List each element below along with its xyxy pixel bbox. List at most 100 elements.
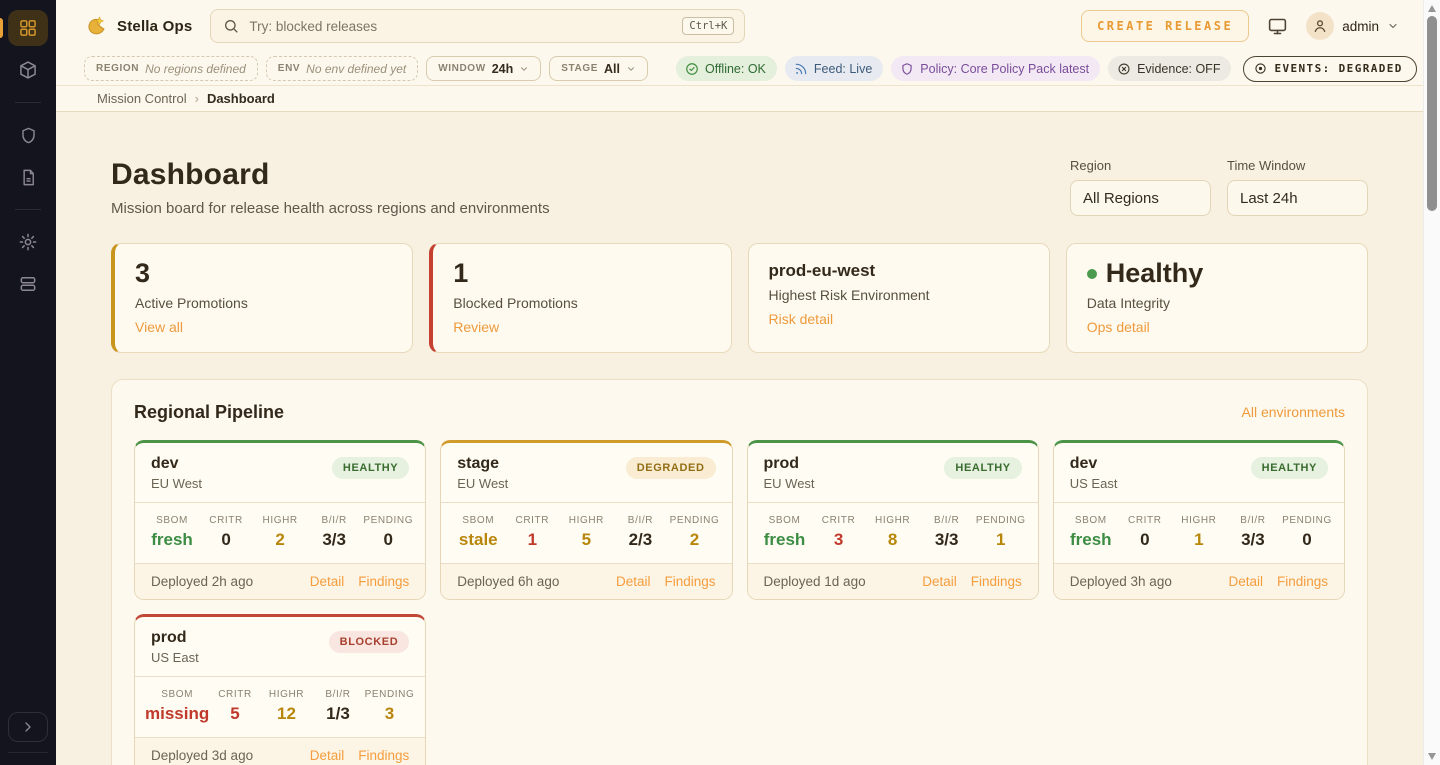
scroll-up-arrow[interactable] — [1428, 5, 1436, 12]
metric-bir: B/I/R 3/3 — [1226, 515, 1280, 550]
window-context-chip[interactable]: WINDOW 24h — [426, 56, 541, 81]
metric-label: PENDING — [364, 689, 416, 700]
metric-value: 2 — [253, 530, 307, 550]
detail-link[interactable]: Detail — [310, 574, 345, 589]
env-context-chip[interactable]: ENV No env defined yet — [266, 56, 418, 81]
monitor-icon — [1267, 16, 1288, 37]
metric-label: B/I/R — [920, 515, 974, 526]
findings-link[interactable]: Findings — [358, 574, 409, 589]
search-input[interactable] — [249, 19, 672, 34]
all-environments-link[interactable]: All environments — [1242, 404, 1346, 420]
pipeline-card-prod-eu-west: prod EU West HEALTHY SBOM fresh CRITR 3 — [747, 440, 1039, 600]
active-promotions-count: 3 — [135, 259, 392, 289]
stage-context-chip[interactable]: STAGE All — [549, 56, 648, 81]
scroll-down-arrow[interactable] — [1428, 753, 1436, 760]
region-chip-value: No regions defined — [145, 62, 246, 76]
brand[interactable]: Stella Ops — [84, 14, 192, 38]
page-title: Dashboard — [111, 158, 550, 192]
highest-risk-environment-name: prod-eu-west — [769, 261, 1029, 281]
detail-link[interactable]: Detail — [310, 748, 345, 763]
status-badge: HEALTHY — [332, 457, 409, 479]
breadcrumb-parent[interactable]: Mission Control — [97, 91, 187, 106]
pipeline-card-dev-eu-west: dev EU West HEALTHY SBOM fresh CRITR 0 — [134, 440, 426, 600]
data-integrity-status: Healthy — [1106, 259, 1204, 289]
global-search[interactable]: Ctrl+K — [210, 9, 745, 43]
chevron-right-icon — [20, 719, 36, 735]
metric-critr: CRITR 3 — [812, 515, 866, 550]
region-context-chip[interactable]: REGION No regions defined — [84, 56, 258, 81]
environment-name: dev — [1070, 455, 1118, 473]
region-filter-label: Region — [1070, 158, 1211, 173]
findings-link[interactable]: Findings — [971, 574, 1022, 589]
feed-status-pill[interactable]: Feed: Live — [785, 56, 883, 81]
highest-risk-card: prod-eu-west Highest Risk Environment Ri… — [748, 243, 1050, 353]
person-icon — [1312, 18, 1328, 34]
user-menu[interactable]: admin — [1306, 12, 1399, 40]
sidebar-item-documents[interactable] — [8, 159, 48, 195]
environment-region: US East — [151, 650, 199, 665]
policy-status-pill[interactable]: Policy: Core Policy Pack latest — [891, 56, 1100, 81]
evidence-status-pill[interactable]: Evidence: OFF — [1108, 56, 1231, 81]
review-link[interactable]: Review — [453, 319, 499, 335]
ops-detail-link[interactable]: Ops detail — [1087, 319, 1150, 335]
evidence-status-text: Evidence: OFF — [1137, 62, 1220, 76]
risk-detail-link[interactable]: Risk detail — [769, 311, 834, 327]
scrollbar-thumb[interactable] — [1427, 16, 1437, 211]
metric-label: SBOM — [145, 515, 199, 526]
sidebar-item-dashboard[interactable] — [8, 10, 48, 46]
metric-label: CRITR — [199, 515, 253, 526]
time-window-select-value: Last 24h — [1240, 190, 1298, 207]
check-circle-icon — [685, 62, 699, 76]
sidebar-expand-button[interactable] — [8, 712, 48, 742]
stage-chip-value: All — [604, 62, 620, 76]
findings-link[interactable]: Findings — [1277, 574, 1328, 589]
detail-link[interactable]: Detail — [922, 574, 957, 589]
pipeline-card-stage-eu-west: stage EU West DEGRADED SBOM stale CRITR … — [440, 440, 732, 600]
time-window-select[interactable]: Last 24h — [1227, 180, 1368, 216]
sidebar-item-infrastructure[interactable] — [8, 266, 48, 302]
metric-sbom: SBOM fresh — [145, 515, 199, 550]
metric-bir: B/I/R 2/3 — [613, 515, 667, 550]
avatar — [1306, 12, 1334, 40]
deployed-time: Deployed 6h ago — [457, 574, 559, 589]
metric-sbom: SBOM fresh — [758, 515, 812, 550]
metric-value: fresh — [1064, 530, 1118, 550]
sidebar-item-security[interactable] — [8, 117, 48, 153]
metric-label: SBOM — [758, 515, 812, 526]
status-badge: HEALTHY — [1251, 457, 1328, 479]
offline-status-pill[interactable]: Offline: OK — [676, 56, 777, 81]
detail-link[interactable]: Detail — [616, 574, 651, 589]
metric-value: 0 — [1118, 530, 1172, 550]
metric-pending: PENDING 0 — [361, 515, 415, 550]
brand-name: Stella Ops — [117, 18, 192, 35]
metric-value: 12 — [261, 704, 313, 724]
detail-link[interactable]: Detail — [1228, 574, 1263, 589]
regional-pipeline-section: Regional Pipeline All environments dev E… — [111, 379, 1368, 765]
region-select[interactable]: All Regions — [1070, 180, 1211, 216]
findings-link[interactable]: Findings — [664, 574, 715, 589]
metric-highr: HIGHR 5 — [559, 515, 613, 550]
sidebar — [0, 0, 56, 765]
sidebar-item-releases[interactable] — [8, 52, 48, 88]
active-promotions-card: 3 Active Promotions View all — [111, 243, 413, 353]
findings-link[interactable]: Findings — [358, 748, 409, 763]
display-mode-button[interactable] — [1267, 16, 1288, 37]
region-chip-label: REGION — [96, 63, 139, 74]
create-release-button[interactable]: CREATE RELEASE — [1081, 10, 1249, 42]
view-all-link[interactable]: View all — [135, 319, 183, 335]
server-icon — [18, 274, 38, 294]
metric-value: 1 — [974, 530, 1028, 550]
breadcrumb-separator: › — [195, 91, 199, 106]
search-icon — [223, 18, 239, 34]
events-status-pill[interactable]: EVENTS: DEGRADED — [1243, 56, 1416, 82]
sidebar-item-settings[interactable] — [8, 224, 48, 260]
metric-pending: PENDING 1 — [974, 515, 1028, 550]
context-bar: REGION No regions defined ENV No env def… — [56, 52, 1423, 86]
metric-value: 2 — [667, 530, 721, 550]
active-nav-indicator — [0, 18, 3, 38]
metric-pending: PENDING 2 — [667, 515, 721, 550]
keyboard-shortcut-badge: Ctrl+K — [682, 17, 734, 35]
metric-bir: B/I/R 1/3 — [312, 689, 364, 724]
policy-shield-icon — [900, 62, 914, 76]
metric-label: HIGHR — [559, 515, 613, 526]
